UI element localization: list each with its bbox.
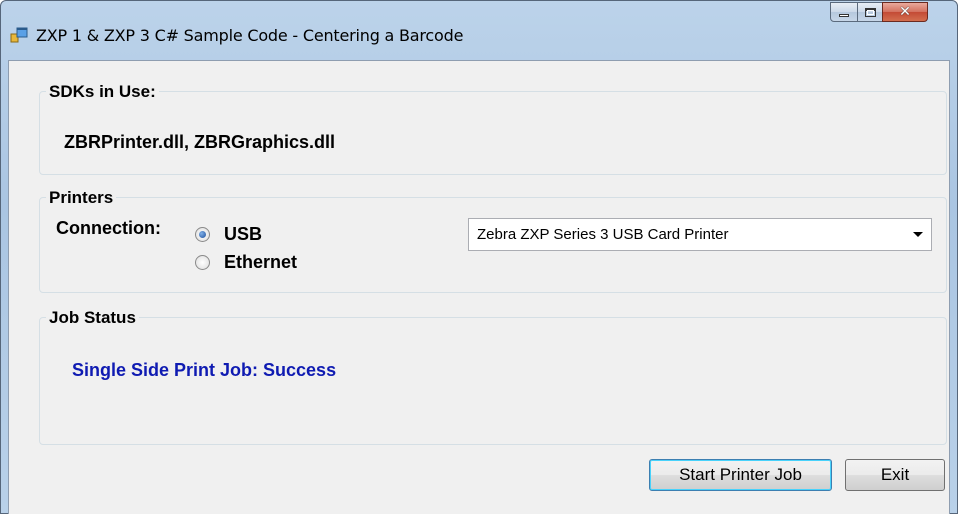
usb-radio-button[interactable] [195, 227, 210, 242]
form-client-area: SDKs in Use: ZBRPrinter.dll, ZBRGraphics… [8, 60, 950, 514]
app-window-icon [10, 27, 28, 43]
maximize-button[interactable] [857, 2, 883, 22]
printer-select-value: Zebra ZXP Series 3 USB Card Printer [477, 226, 729, 243]
ethernet-radio-button[interactable] [195, 255, 210, 270]
printers-groupbox: Printers Connection: USB Ethernet Zebra … [39, 188, 947, 293]
close-icon: ✕ [899, 4, 911, 20]
ethernet-radio-option[interactable]: Ethernet [195, 252, 297, 273]
window-title: ZXP 1 & ZXP 3 C# Sample Code - Centering… [36, 26, 464, 45]
usb-radio-label[interactable]: USB [224, 224, 262, 245]
title-bar[interactable] [1, 1, 957, 21]
printer-select-dropdown[interactable]: Zebra ZXP Series 3 USB Card Printer [468, 218, 932, 251]
connection-label: Connection: [56, 218, 161, 238]
ethernet-radio-label[interactable]: Ethernet [224, 252, 297, 273]
printers-group-title: Printers [46, 188, 117, 208]
job-status-value: Single Side Print Job: Success [72, 360, 337, 380]
close-button[interactable]: ✕ [882, 2, 928, 22]
usb-radio-option[interactable]: USB [195, 224, 262, 245]
start-printer-job-button[interactable]: Start Printer Job [649, 459, 832, 491]
chevron-down-icon[interactable] [913, 232, 923, 237]
sdk-value-label: ZBRPrinter.dll, ZBRGraphics.dll [64, 132, 336, 152]
job-status-groupbox: Job Status Single Side Print Job: Succes… [39, 308, 947, 445]
job-status-group-title: Job Status [46, 308, 139, 328]
maximize-icon [864, 7, 876, 17]
exit-button[interactable]: Exit [845, 459, 945, 491]
minimize-icon [839, 13, 849, 17]
sdk-group-title: SDKs in Use: [46, 82, 159, 102]
sdk-groupbox: SDKs in Use: ZBRPrinter.dll, ZBRGraphics… [39, 82, 947, 175]
minimize-button[interactable] [830, 2, 858, 22]
